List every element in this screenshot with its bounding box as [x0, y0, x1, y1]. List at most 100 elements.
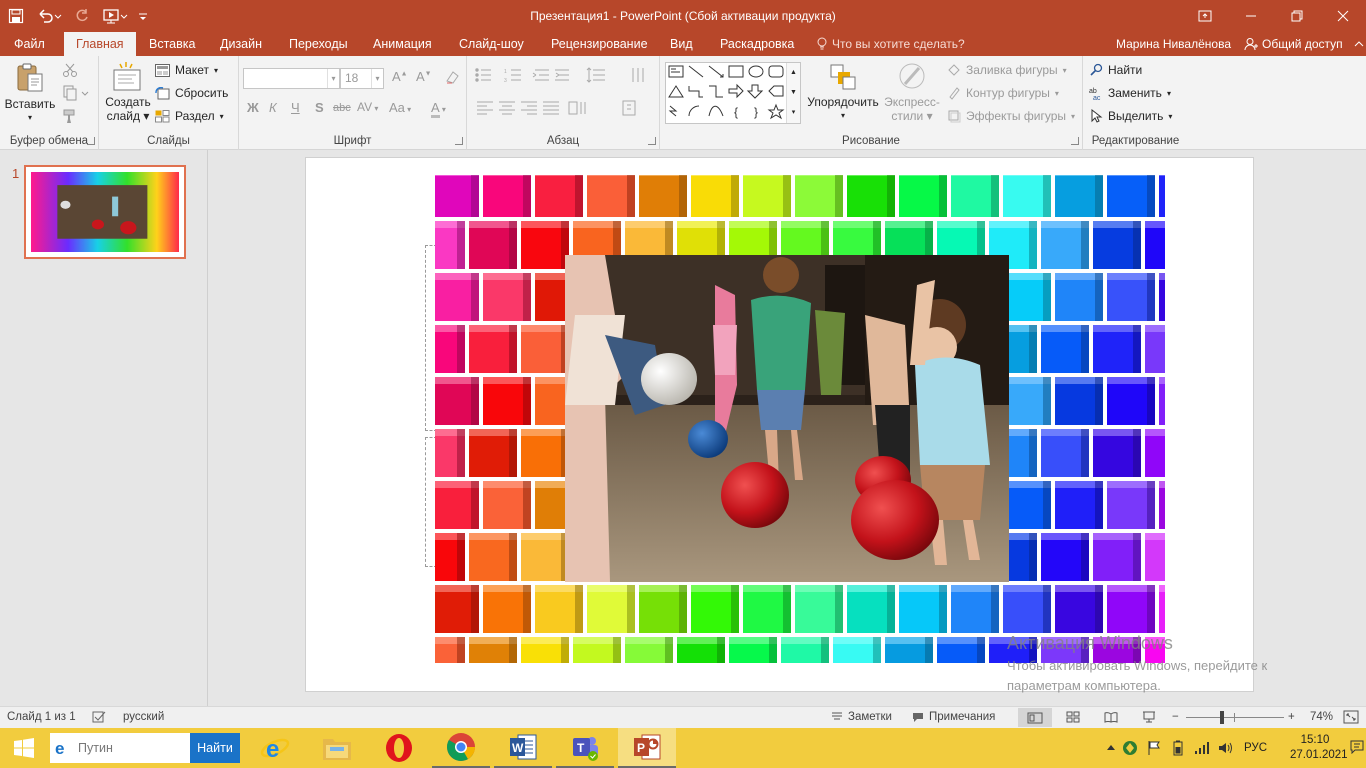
tab-animations[interactable]: Анимация: [361, 32, 444, 56]
font-size-combo[interactable]: 18 ▾: [340, 68, 384, 89]
restore-icon[interactable]: [1274, 0, 1320, 32]
cube-shadow: [1081, 429, 1089, 477]
windows-start-button[interactable]: [0, 728, 48, 768]
copy-icon[interactable]: [62, 85, 90, 104]
notifications-icon[interactable]: [1350, 740, 1364, 757]
increase-font-size-button[interactable]: A▲: [392, 69, 408, 84]
battery-icon[interactable]: [1166, 740, 1190, 756]
teams-icon[interactable]: T: [556, 728, 614, 768]
font-color-button[interactable]: A ▾: [431, 100, 446, 118]
shape-fill-button[interactable]: Заливка фигуры ▾: [947, 63, 1067, 77]
font-launcher[interactable]: [455, 137, 463, 145]
paragraph-controls[interactable]: 13: [473, 66, 653, 126]
slideshow-view-icon[interactable]: [1142, 711, 1156, 726]
cube-shadow: [575, 585, 583, 633]
cube-shadow: [1043, 481, 1051, 529]
format-painter-icon[interactable]: [62, 108, 78, 127]
file-explorer-icon[interactable]: [308, 728, 366, 768]
shape-effects-button[interactable]: Эффекты фигуры ▾: [947, 109, 1075, 123]
quick-styles-button[interactable]: Экспресс- стили ▾: [879, 62, 945, 123]
clear-formatting-icon[interactable]: [444, 69, 460, 88]
find-label: Найти: [1108, 63, 1143, 77]
zoom-in-button[interactable]: +: [1288, 711, 1295, 723]
ribbon-display-options-icon[interactable]: [1182, 0, 1228, 32]
shape-outline-button[interactable]: Контур фигуры ▾: [947, 86, 1059, 100]
close-icon[interactable]: [1320, 0, 1366, 32]
user-name[interactable]: Марина Нивалёнова: [1116, 32, 1231, 56]
zoom-slider[interactable]: [1186, 711, 1284, 724]
volume-icon[interactable]: [1214, 741, 1238, 755]
cube-shadow: [627, 175, 635, 217]
find-button[interactable]: Найти: [1089, 63, 1142, 77]
kids-party-photo[interactable]: [565, 255, 1009, 582]
zoom-slider-thumb[interactable]: [1220, 711, 1225, 724]
comments-button[interactable]: Примечания: [912, 711, 995, 723]
decrease-font-size-button[interactable]: A▼: [416, 69, 432, 84]
arrange-button[interactable]: Упорядочить ▾: [805, 62, 881, 123]
tab-storyboarding[interactable]: Раскадровка: [708, 32, 806, 56]
slide-info[interactable]: Слайд 1 из 1: [7, 711, 76, 723]
reading-view-icon[interactable]: [1104, 711, 1118, 726]
tell-me-box[interactable]: Что вы хотите сделать?: [816, 32, 965, 56]
action-center-flag-icon[interactable]: [1142, 740, 1166, 756]
normal-view-icon[interactable]: [1018, 708, 1052, 727]
network-signal-icon[interactable]: [1190, 741, 1214, 755]
clipboard-launcher[interactable]: [87, 137, 95, 145]
tab-file[interactable]: Файл: [2, 32, 57, 56]
share-button[interactable]: Общий доступ: [1244, 32, 1343, 56]
shapes-scrollbar[interactable]: ▲ ▼ ▾: [786, 63, 800, 123]
opera-icon[interactable]: [370, 728, 428, 768]
new-slide-button[interactable]: Создать слайд ▾: [103, 62, 153, 123]
tab-review[interactable]: Рецензирование: [539, 32, 660, 56]
tab-view[interactable]: Вид: [658, 32, 705, 56]
tab-insert[interactable]: Вставка: [137, 32, 207, 56]
tab-slideshow[interactable]: Слайд-шоу: [447, 32, 536, 56]
paste-button[interactable]: Вставить ▾: [4, 62, 56, 125]
tray-app-icon[interactable]: [1118, 740, 1142, 756]
zoom-out-button[interactable]: −: [1172, 711, 1179, 723]
strikethrough-button[interactable]: abc: [333, 102, 351, 114]
drawing-launcher[interactable]: [1071, 137, 1079, 145]
taskbar-search-button[interactable]: Найти: [190, 733, 240, 763]
taskbar-search-box[interactable]: e Путин: [50, 733, 190, 763]
chrome-icon[interactable]: [432, 728, 490, 768]
underline-button[interactable]: Ч: [291, 100, 300, 115]
input-language-indicator[interactable]: РУС: [1244, 742, 1267, 754]
font-name-combo[interactable]: ▾: [243, 68, 340, 89]
text-shadow-button[interactable]: S: [315, 100, 324, 115]
shapes-gallery[interactable]: { } ▲ ▼ ▾: [665, 62, 801, 124]
fit-slide-icon[interactable]: [1343, 710, 1359, 727]
language-indicator[interactable]: русский: [123, 711, 164, 723]
cube-shadow: [457, 221, 465, 269]
word-icon[interactable]: W: [494, 728, 552, 768]
tab-design[interactable]: Дизайн: [208, 32, 274, 56]
reset-button[interactable]: Сбросить: [155, 86, 228, 100]
minimize-icon[interactable]: [1228, 0, 1274, 32]
zoom-level[interactable]: 74%: [1310, 711, 1333, 723]
italic-button[interactable]: К: [269, 100, 277, 115]
bold-button[interactable]: Ж: [247, 100, 259, 115]
collapse-ribbon-icon[interactable]: [1354, 38, 1364, 52]
show-hidden-icons-icon[interactable]: [1104, 742, 1118, 754]
cut-icon[interactable]: [62, 62, 78, 81]
change-case-button[interactable]: Aa ▾: [389, 100, 411, 115]
powerpoint-icon[interactable]: P: [618, 728, 676, 768]
section-button[interactable]: Раздел ▾: [155, 109, 224, 123]
layout-button[interactable]: Макет ▾: [155, 63, 218, 77]
slide-sorter-icon[interactable]: [1066, 711, 1080, 726]
spelling-check-icon[interactable]: [92, 711, 106, 723]
tab-transitions[interactable]: Переходы: [277, 32, 360, 56]
select-button[interactable]: Выделить ▾: [1089, 109, 1172, 123]
replace-button[interactable]: ab ac Заменить ▾: [1089, 86, 1171, 100]
character-spacing-button[interactable]: AV ▾: [357, 100, 378, 114]
paragraph-launcher[interactable]: [648, 137, 656, 145]
notes-button[interactable]: Заметки: [831, 711, 892, 723]
cube-shadow: [679, 175, 687, 217]
internet-explorer-icon[interactable]: e: [246, 728, 304, 768]
group-clipboard: Вставить ▾ Буфер обмена: [0, 56, 99, 150]
system-clock[interactable]: 15:10 27.01.2021: [1290, 733, 1348, 763]
slide-thumbnail[interactable]: [24, 165, 186, 259]
tab-home[interactable]: Главная: [64, 32, 136, 56]
cube-shadow: [887, 175, 895, 217]
arrange-icon: [830, 64, 856, 90]
